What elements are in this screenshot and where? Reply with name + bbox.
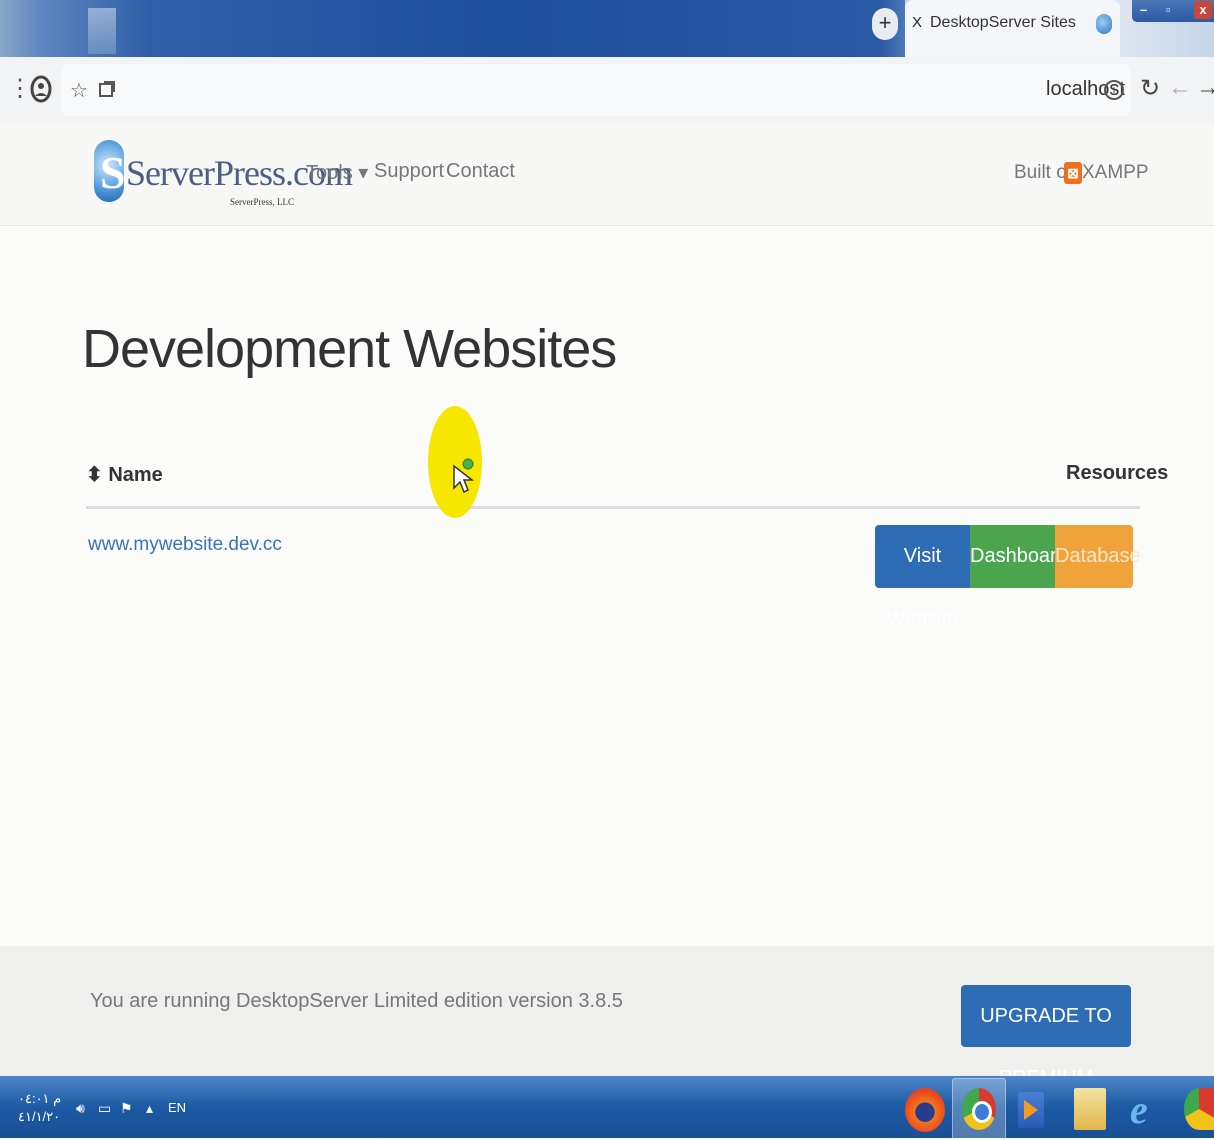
window-close-icon[interactable]: x xyxy=(1194,1,1212,19)
clock-date: ٤١/١/٢٠ xyxy=(18,1109,61,1124)
dashboard-button[interactable]: Dashboard xyxy=(970,525,1068,588)
chrome-second-taskbar-icon[interactable] xyxy=(1184,1088,1214,1130)
address-bar[interactable] xyxy=(62,64,1130,116)
internet-explorer-taskbar-icon[interactable]: e xyxy=(1130,1086,1148,1133)
bookmark-star-icon[interactable]: ☆ xyxy=(70,78,88,103)
new-tab-button[interactable]: + xyxy=(872,8,898,40)
taskbar-clock[interactable]: م ٠٤:٠١ ٤١/١/٢٠ xyxy=(18,1090,61,1126)
sort-name-column-header[interactable]: ⬍ Name xyxy=(86,462,163,487)
window-controls: – ▫ x xyxy=(1132,0,1214,22)
xampp-label: XAMPP xyxy=(1082,162,1149,183)
xampp-icon: ⊠ xyxy=(1064,162,1082,184)
firefox-taskbar-icon[interactable] xyxy=(905,1088,945,1132)
account-icon[interactable] xyxy=(30,75,52,103)
show-hidden-icons-icon[interactable]: ▴ xyxy=(146,1100,153,1117)
reload-icon[interactable]: ↻ xyxy=(1140,74,1160,103)
info-icon[interactable]: i xyxy=(1104,80,1124,100)
extension-icon[interactable] xyxy=(98,80,116,98)
nav-tools-dropdown[interactable]: Tools ▾ xyxy=(306,160,368,185)
nav-support-link[interactable]: Support xyxy=(374,160,444,183)
volume-icon[interactable]: 🔊︎ xyxy=(76,1100,85,1117)
action-center-icon[interactable]: ⚑ xyxy=(120,1100,133,1117)
file-explorer-taskbar-icon[interactable] xyxy=(1074,1088,1106,1130)
clock-time: م ٠٤:٠١ xyxy=(18,1091,62,1106)
mouse-cursor-icon xyxy=(453,458,475,494)
tab-title: DesktopServer Sites xyxy=(930,14,1076,31)
website-link[interactable]: www.mywebsite.dev.cc xyxy=(88,534,282,556)
tab-favicon-icon xyxy=(1096,14,1112,34)
logo-subtitle: ServerPress, LLC xyxy=(230,197,294,207)
tab-close-icon[interactable]: X xyxy=(912,14,922,31)
resources-column-header: Resources xyxy=(1066,462,1169,484)
database-button[interactable]: Database xyxy=(1055,525,1141,588)
maximize-icon[interactable]: ▫ xyxy=(1166,2,1171,17)
visit-website-button[interactable]: Visit Website xyxy=(875,525,970,630)
menu-icon[interactable]: ⋮ xyxy=(8,74,32,103)
title-bar-glare xyxy=(88,8,116,54)
chrome-icon-center xyxy=(972,1101,992,1123)
forward-icon[interactable]: → xyxy=(1196,74,1214,102)
table-header-divider xyxy=(86,506,1140,509)
upgrade-premium-button[interactable]: UPGRADE TO PREMIUM xyxy=(961,985,1131,1089)
network-icon[interactable]: ▭ xyxy=(98,1100,111,1117)
back-icon[interactable]: ← xyxy=(1168,74,1192,102)
edition-notice: You are running DesktopServer Limited ed… xyxy=(90,990,623,1012)
language-indicator[interactable]: EN xyxy=(168,1100,186,1115)
nav-contact-link[interactable]: Contact xyxy=(446,160,515,183)
page-title: Development Websites xyxy=(82,319,617,379)
logo-letter: S xyxy=(100,147,126,198)
play-icon xyxy=(1024,1100,1038,1120)
minimize-icon[interactable]: – xyxy=(1140,2,1147,17)
